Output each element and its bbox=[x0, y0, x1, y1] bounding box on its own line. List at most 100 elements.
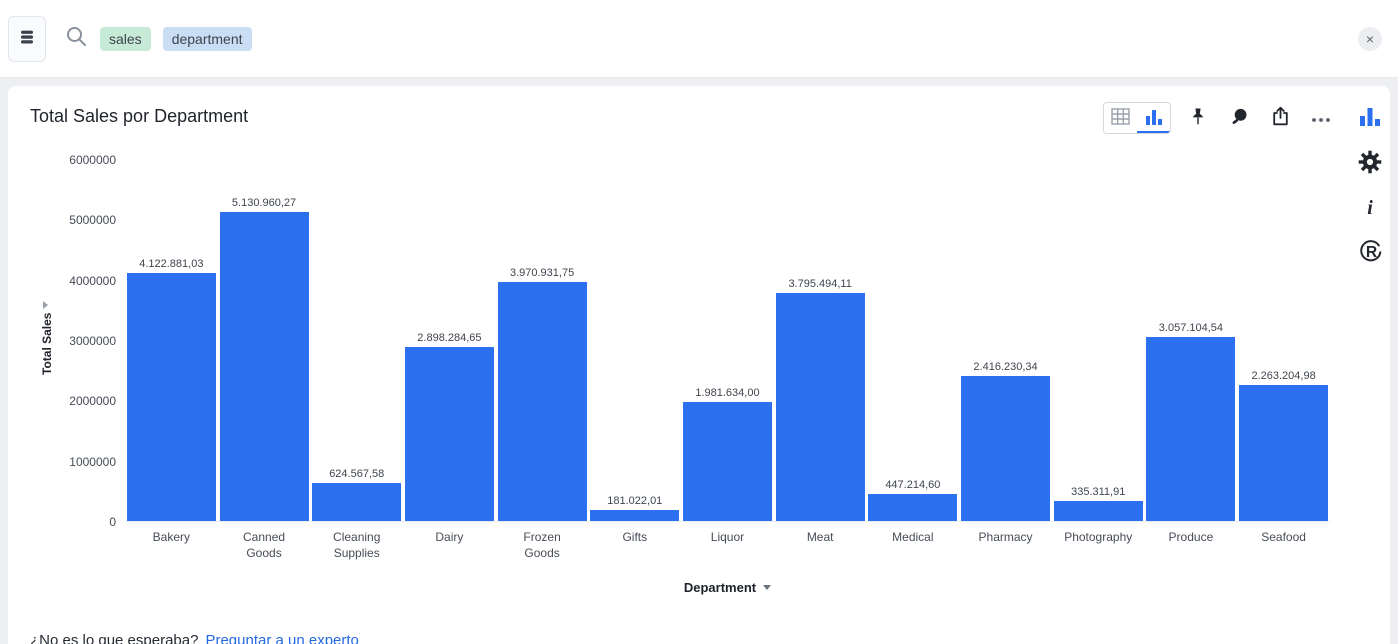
bar-column: 2.263.204,98 bbox=[1237, 160, 1330, 521]
x-axis-label: Dairy bbox=[403, 530, 496, 561]
info-button[interactable]: i bbox=[1356, 194, 1384, 222]
y-axis-tick: 6000000 bbox=[69, 153, 116, 167]
x-axis-label: Photography bbox=[1052, 530, 1145, 561]
footer-question: ¿No es lo que esperaba? bbox=[30, 632, 198, 644]
x-axis-title[interactable]: Department bbox=[684, 580, 771, 595]
chart-toolbar bbox=[1103, 102, 1335, 134]
bar-column: 5.130.960,27 bbox=[218, 160, 311, 521]
bar-column: 3.795.494,11 bbox=[774, 160, 867, 521]
y-axis-tick: 4000000 bbox=[69, 274, 116, 288]
bar-value-label: 335.311,91 bbox=[1071, 486, 1125, 498]
bar-column: 2.416.230,34 bbox=[959, 160, 1052, 521]
bar-column: 4.122.881,03 bbox=[125, 160, 218, 521]
y-axis-sort-icon[interactable] bbox=[43, 301, 48, 309]
answer-footer: ¿No es lo que esperaba? Preguntar a un e… bbox=[30, 632, 359, 644]
bar-column: 624.567,58 bbox=[310, 160, 403, 521]
r-badge-button[interactable]: R bbox=[1356, 239, 1384, 267]
search-token-department[interactable]: department bbox=[163, 27, 252, 51]
bar-medical[interactable] bbox=[868, 494, 957, 521]
bar-column: 447.214,60 bbox=[867, 160, 960, 521]
x-axis-labels: BakeryCanned GoodsCleaning SuppliesDairy… bbox=[125, 530, 1330, 561]
x-axis-label: Seafood bbox=[1237, 530, 1330, 561]
x-axis-label: Gifts bbox=[588, 530, 681, 561]
bar-bakery[interactable] bbox=[127, 273, 216, 521]
bar-photography[interactable] bbox=[1054, 501, 1143, 521]
bar-frozen-goods[interactable] bbox=[498, 282, 587, 521]
data-stack-icon bbox=[17, 27, 37, 50]
x-axis-label: Cleaning Supplies bbox=[310, 530, 403, 561]
bar-dairy[interactable] bbox=[405, 347, 494, 521]
search-bar: sales department × bbox=[0, 0, 1398, 78]
y-axis-tick: 3000000 bbox=[69, 334, 116, 348]
bar-column: 3.057.104,54 bbox=[1145, 160, 1238, 521]
plot-area: 4.122.881,03 5.130.960,27 624.567,58 2.898.… bbox=[125, 160, 1330, 522]
bar-meat[interactable] bbox=[776, 293, 865, 521]
svg-text:R: R bbox=[1365, 244, 1376, 261]
bar-value-label: 2.898.284,65 bbox=[417, 332, 481, 344]
x-axis-label: Produce bbox=[1145, 530, 1238, 561]
r-badge-icon: R bbox=[1358, 239, 1383, 267]
bar-seafood[interactable] bbox=[1239, 385, 1328, 521]
bar-produce[interactable] bbox=[1146, 337, 1235, 521]
more-ellipsis-icon bbox=[1311, 111, 1331, 126]
clear-search-icon[interactable]: × bbox=[1358, 27, 1382, 51]
bar-cleaning-supplies[interactable] bbox=[312, 483, 401, 521]
x-axis-title-text: Department bbox=[684, 580, 756, 595]
bar-value-label: 3.057.104,54 bbox=[1159, 322, 1223, 334]
settings-button[interactable] bbox=[1356, 149, 1384, 177]
bar-value-label: 4.122.881,03 bbox=[139, 258, 203, 270]
bar-column: 1.981.634,00 bbox=[681, 160, 774, 521]
spotiq-bulb-icon bbox=[1230, 107, 1249, 129]
answer-title: Total Sales por Department bbox=[30, 106, 248, 127]
bar-value-label: 447.214,60 bbox=[885, 479, 940, 491]
bar-column: 3.970.931,75 bbox=[496, 160, 589, 521]
chart-view-icon bbox=[1145, 109, 1163, 128]
info-icon: i bbox=[1367, 197, 1373, 220]
gear-icon bbox=[1358, 150, 1382, 177]
bar-value-label: 5.130.960,27 bbox=[232, 197, 296, 209]
y-axis-tick: 2000000 bbox=[69, 394, 116, 408]
x-axis-title-row: Department bbox=[125, 580, 1330, 595]
search-input[interactable]: sales department × bbox=[46, 0, 1398, 77]
ask-expert-link[interactable]: Preguntar a un experto bbox=[205, 632, 358, 644]
spotiq-button[interactable] bbox=[1225, 104, 1253, 132]
chevron-down-icon bbox=[763, 585, 771, 590]
more-menu-button[interactable] bbox=[1307, 104, 1335, 132]
data-source-button[interactable] bbox=[8, 16, 46, 62]
bar-column: 181.022,01 bbox=[588, 160, 681, 521]
table-view-icon bbox=[1111, 108, 1130, 128]
y-axis-tick: 5000000 bbox=[69, 213, 116, 227]
answer-card: Total Sales por Department bbox=[8, 86, 1390, 644]
app-window: sales department × Total Sales por Depar… bbox=[0, 0, 1398, 644]
y-axis-title[interactable]: Total Sales bbox=[40, 313, 54, 375]
bar-value-label: 2.263.204,98 bbox=[1251, 370, 1315, 382]
search-icon bbox=[64, 24, 88, 53]
table-view-button[interactable] bbox=[1104, 103, 1137, 133]
x-axis-label: Pharmacy bbox=[959, 530, 1052, 561]
bar-value-label: 2.416.230,34 bbox=[973, 361, 1037, 373]
bar-value-label: 3.970.931,75 bbox=[510, 267, 574, 279]
bar-value-label: 1.981.634,00 bbox=[695, 387, 759, 399]
chart-view-button[interactable] bbox=[1137, 103, 1170, 133]
bar-liquor[interactable] bbox=[683, 402, 772, 521]
pin-button[interactable] bbox=[1184, 104, 1212, 132]
chart-type-icon bbox=[1359, 107, 1381, 130]
view-switcher bbox=[1103, 102, 1171, 134]
x-axis-label: Meat bbox=[774, 530, 867, 561]
share-export-icon bbox=[1270, 106, 1291, 130]
pin-icon bbox=[1190, 107, 1206, 129]
y-axis: 0100000020000003000000400000050000006000… bbox=[58, 160, 116, 522]
search-token-sales[interactable]: sales bbox=[100, 27, 151, 51]
bar-canned-goods[interactable] bbox=[220, 212, 309, 521]
bar-pharmacy[interactable] bbox=[961, 376, 1050, 521]
bar-gifts[interactable] bbox=[590, 510, 679, 521]
x-axis-label: Medical bbox=[867, 530, 960, 561]
x-axis-label: Frozen Goods bbox=[496, 530, 589, 561]
bar-value-label: 3.795.494,11 bbox=[788, 278, 851, 290]
share-button[interactable] bbox=[1266, 104, 1294, 132]
y-axis-tick: 1000000 bbox=[69, 455, 116, 469]
bar-column: 2.898.284,65 bbox=[403, 160, 496, 521]
chart-type-button[interactable] bbox=[1356, 104, 1384, 132]
bar-column: 335.311,91 bbox=[1052, 160, 1145, 521]
x-axis-label: Canned Goods bbox=[218, 530, 311, 561]
